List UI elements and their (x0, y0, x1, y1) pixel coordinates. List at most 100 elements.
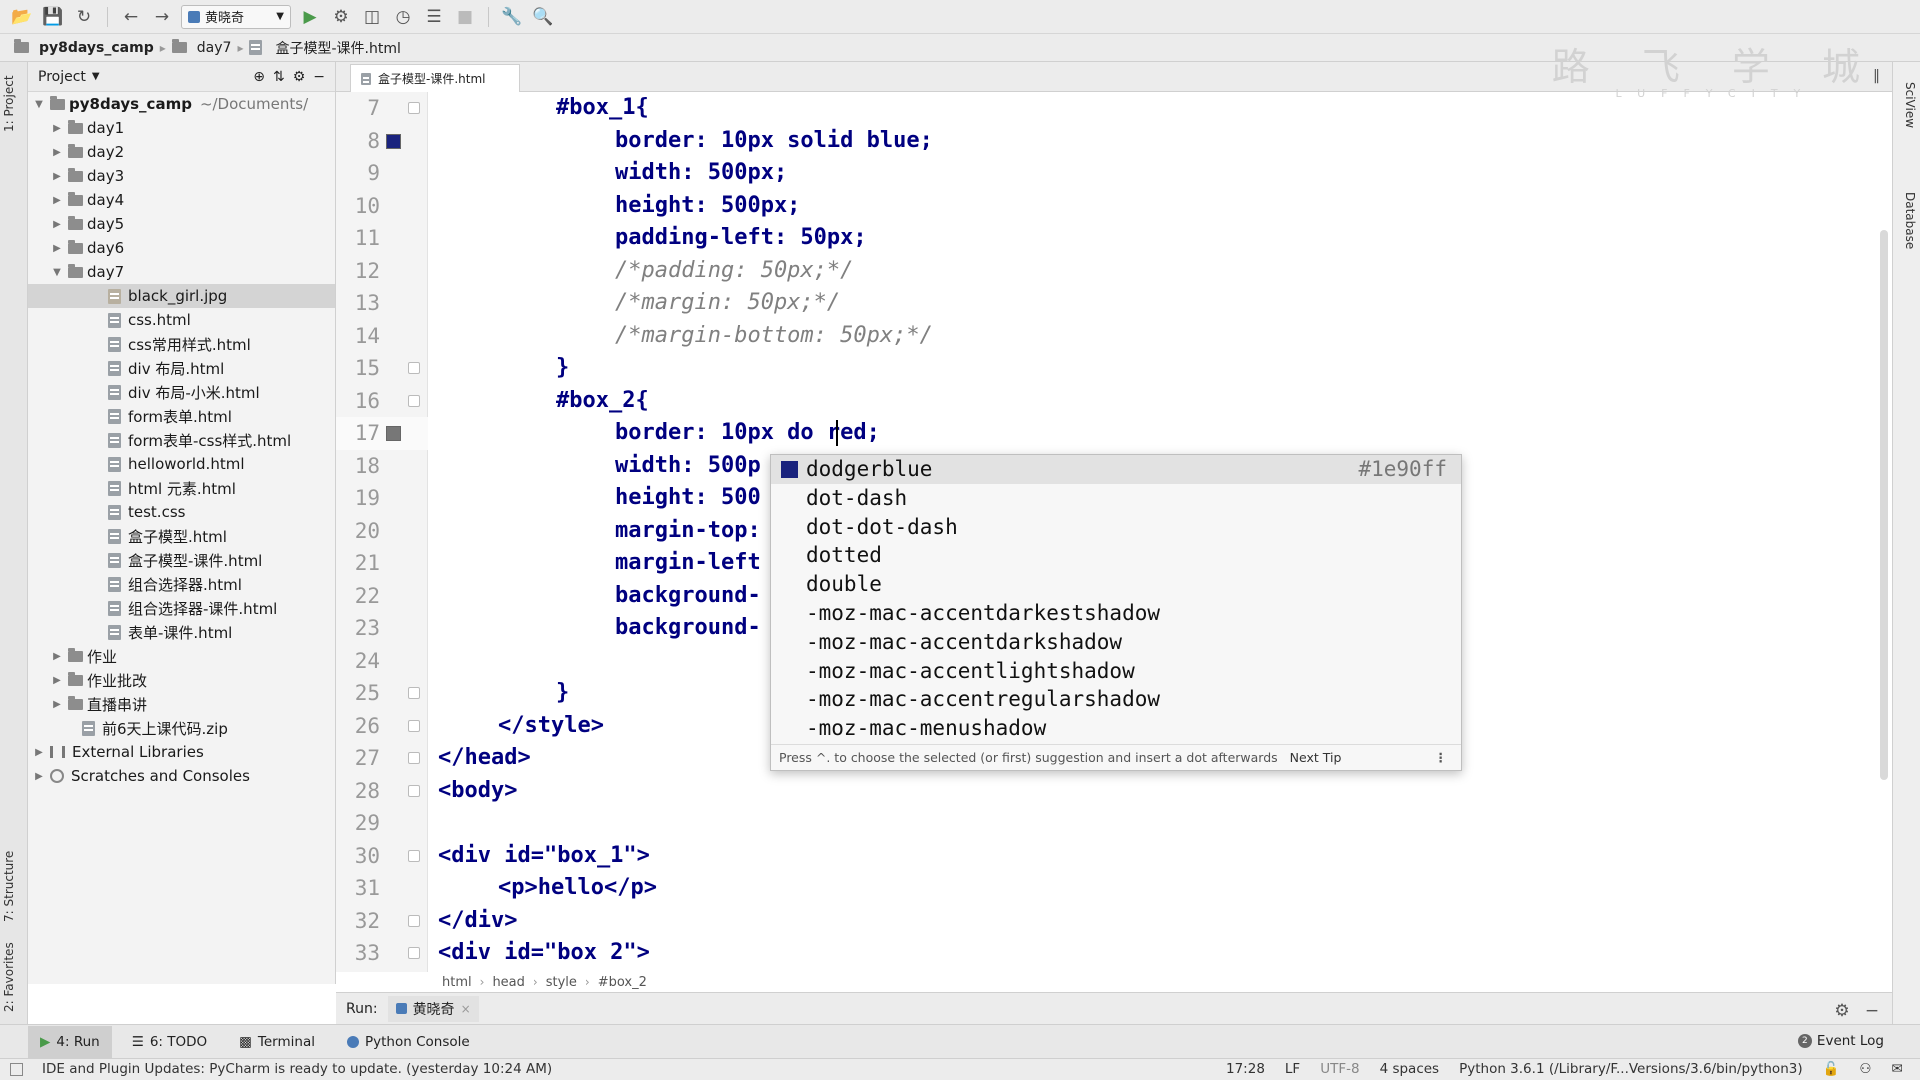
save-icon[interactable]: 💾 (41, 5, 65, 29)
fold-marker-icon[interactable] (408, 784, 420, 797)
tree-item-folder[interactable]: ▶ day4 (28, 188, 335, 212)
nav-crumb-project[interactable]: py8days_camp (39, 40, 154, 56)
tree-item-file[interactable]: div 布局-小米.html (28, 380, 335, 404)
completion-item[interactable]: dot-dot-dash (771, 513, 1461, 542)
sync-icon[interactable]: ↻ (72, 5, 96, 29)
tool-tab-favorites[interactable]: 2: Favorites (2, 942, 16, 1012)
tool-tab-python-console[interactable]: Python Console (335, 1026, 482, 1058)
expand-arrow-icon[interactable]: ▶ (50, 243, 64, 254)
tree-root[interactable]: ▼ py8days_camp ~/Documents/ (28, 92, 335, 116)
breadcrumb-item[interactable]: html (442, 975, 472, 990)
completion-item[interactable]: dot-dash (771, 484, 1461, 513)
minimize-icon[interactable]: − (1860, 999, 1884, 1023)
indent-setting[interactable]: 4 spaces (1380, 1061, 1440, 1077)
completion-item[interactable]: -moz-mac-accentdarkestshadow (771, 599, 1461, 628)
expand-arrow-icon[interactable]: ▶ (50, 123, 64, 134)
tool-tab-sciview[interactable]: SciView (1903, 82, 1917, 128)
expand-arrow-icon[interactable]: ▼ (50, 267, 64, 278)
tree-item-file[interactable]: form表单.html (28, 404, 335, 428)
coverage-icon[interactable]: ◫ (360, 5, 384, 29)
tree-item-file[interactable]: black_girl.jpg (28, 284, 335, 308)
fold-marker-icon[interactable] (408, 362, 420, 374)
open-folder-icon[interactable]: 📂 (10, 5, 34, 29)
tree-item-scratches[interactable]: ▶ Scratches and Consoles (28, 764, 335, 788)
fold-marker-icon[interactable] (408, 102, 420, 114)
forward-arrow-icon[interactable]: → (150, 5, 174, 29)
tool-tab-database[interactable]: Database (1903, 192, 1917, 249)
tree-item-file[interactable]: helloworld.html (28, 452, 335, 476)
tree-item-folder[interactable]: ▶ day1 (28, 116, 335, 140)
lock-icon[interactable]: 🔓 (1823, 1061, 1840, 1077)
file-encoding[interactable]: UTF-8 (1320, 1061, 1359, 1077)
expand-arrow-icon[interactable]: ▶ (32, 771, 46, 782)
color-swatch-icon[interactable] (386, 133, 401, 149)
build-icon[interactable]: ☰ (422, 5, 446, 29)
breadcrumb-item[interactable]: #box_2 (598, 975, 647, 990)
nav-crumb-folder[interactable]: day7 (197, 40, 232, 56)
back-arrow-icon[interactable]: ← (119, 5, 143, 29)
caret-position[interactable]: 17:28 (1226, 1061, 1265, 1077)
expand-arrow-icon[interactable]: ▶ (50, 699, 64, 710)
tree-item-file[interactable]: css常用样式.html (28, 332, 335, 356)
hide-icon[interactable]: − (313, 69, 325, 85)
tree-item-file[interactable]: 组合选择器-课件.html (28, 596, 335, 620)
tree-item-file[interactable]: 组合选择器.html (28, 572, 335, 596)
run-icon[interactable]: ▶ (298, 5, 322, 29)
editor-scrollbar[interactable] (1880, 230, 1888, 780)
tree-item-file[interactable]: test.css (28, 500, 335, 524)
tree-item-file[interactable]: 盒子模型-课件.html (28, 548, 335, 572)
completion-item[interactable]: dodgerblue #1e90ff (771, 455, 1461, 484)
expand-arrow-icon[interactable]: ▶ (50, 171, 64, 182)
fold-marker-icon[interactable] (408, 687, 420, 699)
gear-icon[interactable]: ⚙ (1830, 999, 1854, 1023)
completion-item[interactable]: -moz-mac-accentdarkshadow (771, 628, 1461, 657)
tool-tab-project[interactable]: 1: Project (2, 75, 16, 132)
tree-item-file[interactable]: html 元素.html (28, 476, 335, 500)
tree-item-file[interactable]: 前6天上课代码.zip (28, 716, 335, 740)
expand-arrow-icon[interactable]: ▶ (50, 147, 64, 158)
run-tab[interactable]: 黄晓奇 × (387, 995, 479, 1022)
tree-item-folder[interactable]: ▶ 作业 (28, 644, 335, 668)
completion-item[interactable]: -moz-mac-accentregularshadow (771, 685, 1461, 714)
tool-tab-terminal[interactable]: ▩ Terminal (227, 1026, 327, 1058)
fold-marker-icon[interactable] (408, 849, 420, 862)
inspector-icon[interactable]: ⚇ (1859, 1061, 1871, 1077)
more-options-icon[interactable]: ⋮ (1435, 745, 1448, 771)
breadcrumb-item[interactable]: head (492, 975, 524, 990)
expand-arrow-icon[interactable]: ▶ (50, 219, 64, 230)
next-tip-link[interactable]: Next Tip (1290, 750, 1342, 765)
expand-arrow-icon[interactable]: ▶ (50, 651, 64, 662)
line-separator[interactable]: LF (1285, 1061, 1300, 1077)
tree-item-folder[interactable]: ▶ 直播串讲 (28, 692, 335, 716)
event-log-button[interactable]: 2 Event Log (1797, 1033, 1884, 1049)
tree-item-folder[interactable]: ▶ 作业批改 (28, 668, 335, 692)
tree-item-folder[interactable]: ▶ day2 (28, 140, 335, 164)
locate-icon[interactable]: ⊕ (253, 69, 265, 85)
tree-item-file[interactable]: div 布局.html (28, 356, 335, 380)
expand-arrow-icon[interactable]: ▶ (32, 747, 46, 758)
tree-item-file[interactable]: 表单-课件.html (28, 620, 335, 644)
editor-tab-active[interactable]: 盒子模型-课件.html (350, 64, 520, 92)
gear-icon[interactable]: ⚙ (293, 69, 306, 85)
project-title[interactable]: Project (38, 69, 86, 85)
nav-crumb-file[interactable]: 盒子模型-课件.html (275, 38, 400, 58)
stop-icon[interactable]: ■ (453, 5, 477, 29)
tree-item-folder[interactable]: ▶ day5 (28, 212, 335, 236)
debug-icon[interactable]: ⚙ (329, 5, 353, 29)
tool-tab-todo[interactable]: ☰ 6: TODO (120, 1026, 219, 1058)
expand-arrow-icon[interactable]: ▼ (32, 99, 46, 110)
tree-item-file[interactable]: 盒子模型.html (28, 524, 335, 548)
profile-icon[interactable]: ◷ (391, 5, 415, 29)
status-message[interactable]: IDE and Plugin Updates: PyCharm is ready… (42, 1061, 552, 1077)
tree-item-file[interactable]: form表单-css样式.html (28, 428, 335, 452)
completion-item[interactable]: -moz-mac-accentlightshadow (771, 657, 1461, 686)
wrench-icon[interactable]: 🔧 (500, 5, 524, 29)
tree-item-libraries[interactable]: ▶ External Libraries (28, 740, 335, 764)
completion-item[interactable]: double (771, 570, 1461, 599)
collapse-icon[interactable]: ⇅ (273, 69, 285, 85)
color-swatch-icon[interactable] (386, 426, 401, 441)
notifications-icon[interactable]: ✉ (1892, 1061, 1903, 1077)
fold-marker-icon[interactable] (408, 947, 420, 959)
fold-marker-icon[interactable] (408, 752, 420, 764)
chevron-down-icon[interactable]: ▼ (92, 71, 100, 82)
